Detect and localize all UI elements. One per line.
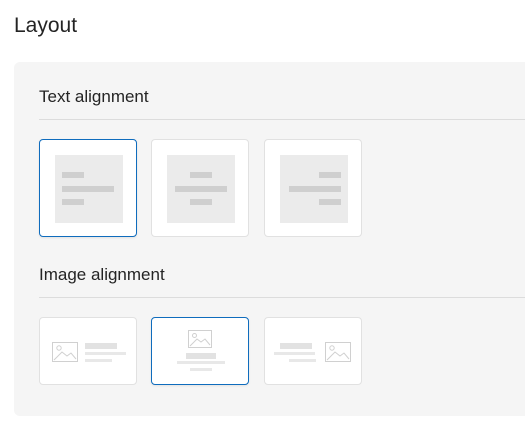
- image-alignment-heading: Image alignment: [39, 265, 165, 284]
- text-align-center-icon: [167, 155, 235, 223]
- image-alignment-divider: [39, 297, 525, 298]
- layout-panel: Text alignment Image alignment: [14, 62, 525, 416]
- text-alignment-heading: Text alignment: [39, 87, 149, 106]
- text-align-right-icon: [280, 155, 348, 223]
- image-align-left-option[interactable]: [39, 317, 137, 385]
- text-alignment-divider: [39, 119, 525, 120]
- image-align-top-option[interactable]: [151, 317, 249, 385]
- text-align-left-icon: [55, 155, 123, 223]
- text-align-right-option[interactable]: [264, 139, 362, 237]
- image-left-icon: [52, 342, 78, 362]
- text-align-left-option[interactable]: [39, 139, 137, 237]
- page-title: Layout: [14, 14, 78, 37]
- text-align-center-option[interactable]: [151, 139, 249, 237]
- image-right-icon: [325, 342, 351, 362]
- image-top-icon: [188, 330, 212, 348]
- image-align-right-option[interactable]: [264, 317, 362, 385]
